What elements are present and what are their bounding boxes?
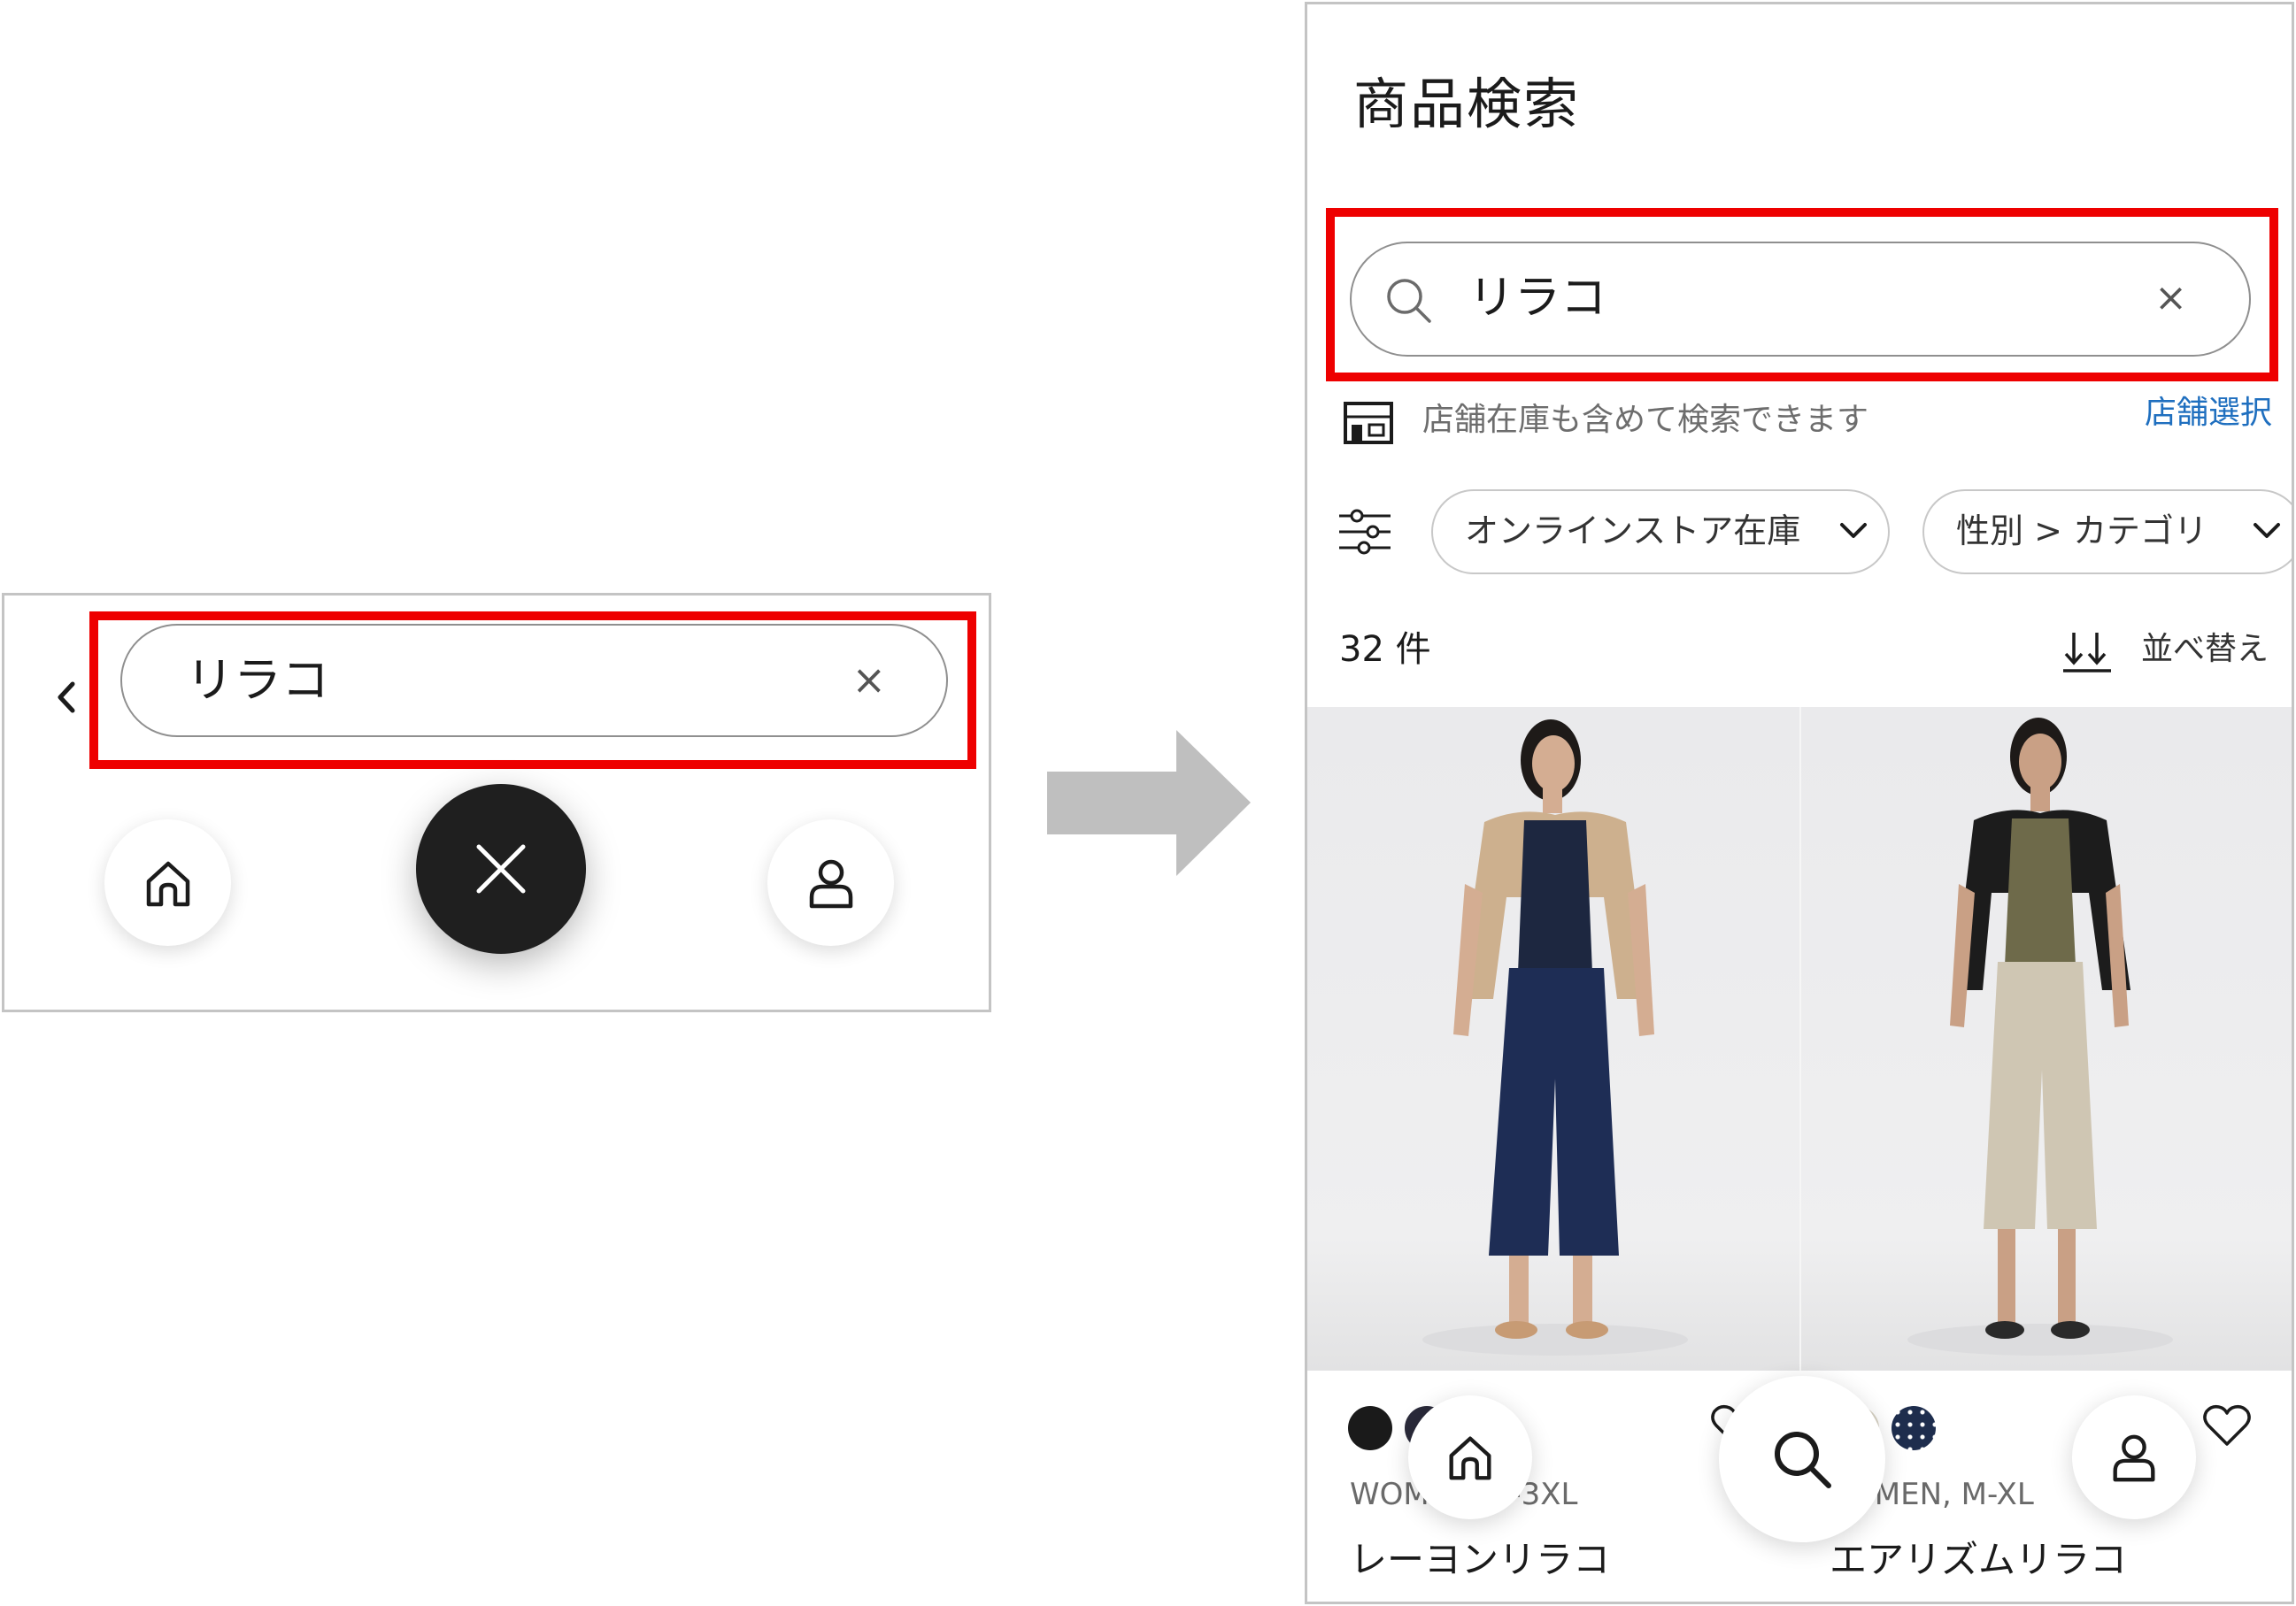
account-button[interactable]	[767, 819, 894, 946]
search-highlight-box	[1326, 208, 2278, 381]
result-count: 32 件	[1339, 629, 1431, 670]
home-button[interactable]	[104, 819, 231, 946]
heart-icon[interactable]	[2202, 1402, 2252, 1448]
store-icon	[1344, 402, 1393, 444]
model-photo	[1907, 718, 2173, 1356]
home-icon	[146, 861, 189, 906]
store-select-link[interactable]: 店舗選択	[2145, 387, 2272, 440]
sort-button[interactable]: 並べ替え	[2056, 619, 2269, 680]
close-icon	[476, 844, 526, 894]
product-name: エアリズムリラコ	[1830, 1538, 2128, 1581]
transition-arrow	[1047, 730, 1251, 876]
filter-chip-label: オンラインストア在庫	[1465, 511, 1801, 550]
account-button[interactable]	[2072, 1395, 2196, 1519]
product-image[interactable]	[1307, 707, 1799, 1371]
model-photo	[1422, 719, 1688, 1356]
search-highlight-box	[89, 611, 976, 769]
filter-chip-gender-category[interactable]: 性別 > カテゴリ	[1922, 489, 2292, 574]
chevron-down-icon	[1840, 523, 1867, 538]
color-swatch[interactable]	[1348, 1406, 1392, 1450]
sort-label: 並べ替え	[2140, 631, 2269, 667]
search-nav-button[interactable]	[1719, 1376, 1885, 1542]
user-icon	[2113, 1434, 2155, 1482]
before-panel: リラコ ×	[2, 593, 991, 1012]
product-grid	[1307, 707, 2292, 1371]
store-inventory-row: 店舗在庫も含めて検索できます 店舗選択	[1343, 394, 2272, 447]
store-inventory-text: 店舗在庫も含めて検索できます	[1422, 402, 1869, 438]
page-title: 商品検索	[1353, 72, 1581, 136]
sort-icon	[2063, 633, 2111, 672]
product-name: レーヨンリラコ	[1350, 1538, 1611, 1581]
filter-chip-online-stock[interactable]: オンラインストア在庫	[1431, 489, 1890, 574]
filter-sliders-icon[interactable]	[1337, 509, 1392, 555]
color-swatch[interactable]	[1892, 1406, 1936, 1450]
home-button[interactable]	[1408, 1395, 1532, 1519]
home-icon	[1449, 1436, 1491, 1480]
after-panel: 商品検索 リラコ × 店舗在庫も含めて検索できます 店舗選択 オンラインストア在…	[1305, 2, 2294, 1604]
search-icon	[1775, 1432, 1831, 1488]
results-header: 32 件 並べ替え	[1339, 619, 2269, 680]
filter-row: オンラインストア在庫 性別 > カテゴリ	[1337, 489, 2292, 574]
user-icon	[809, 859, 852, 908]
chevron-down-icon	[2254, 523, 2280, 538]
filter-chip-label: 性別 > カテゴリ	[1956, 511, 2207, 550]
product-image[interactable]	[1799, 707, 2292, 1371]
chevron-left-icon[interactable]	[49, 666, 84, 728]
close-search-button[interactable]	[416, 784, 586, 954]
